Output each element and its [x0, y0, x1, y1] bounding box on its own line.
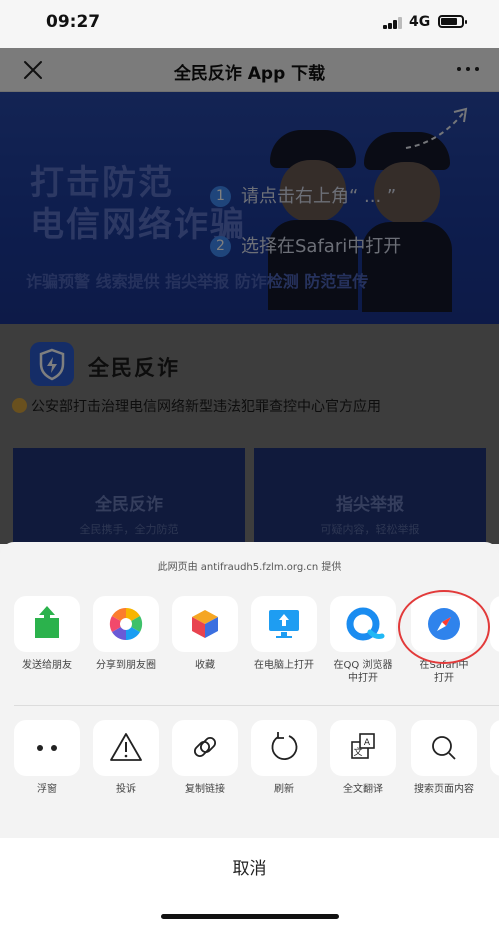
float-window-icon	[37, 745, 57, 751]
complaint-button[interactable]: 投诉	[91, 720, 161, 796]
search-icon	[432, 736, 456, 760]
provider-text: 此网页由 antifraudh5.fzlm.org.cn 提供	[157, 562, 342, 573]
cancel-button[interactable]: 取消	[0, 854, 499, 879]
wechat-webview: 09:27 4G 全民反诈 App 下载 打击防范 电信网络诈骗	[0, 0, 499, 928]
translate-icon: A 文	[351, 733, 375, 759]
svg-text:A: A	[364, 738, 371, 748]
warning-icon	[110, 733, 142, 761]
battery-icon	[438, 15, 467, 28]
translate-button[interactable]: A 文 全文翻译	[328, 720, 398, 796]
open-in-qq-browser-button[interactable]: 在QQ 浏览器 中打开	[328, 596, 398, 685]
send-to-friend-button[interactable]: 发送给朋友	[12, 596, 82, 672]
moments-icon	[109, 607, 143, 641]
network-type: 4G	[409, 14, 431, 30]
favorite-cube-icon	[192, 610, 218, 638]
modal-overlay[interactable]	[0, 48, 499, 544]
safari-highlight-circle	[398, 590, 490, 664]
computer-icon	[269, 610, 299, 638]
home-indicator[interactable]	[161, 914, 339, 919]
status-bar: 09:27 4G	[0, 0, 499, 48]
cancel-area: 取消	[0, 838, 499, 928]
qq-browser-icon	[346, 607, 385, 641]
open-on-computer-button[interactable]: 在电脑上打开	[249, 596, 319, 672]
search-page-button[interactable]: 搜索页面内容	[409, 720, 479, 796]
signal-icon	[383, 17, 403, 29]
action-row-more-item[interactable]	[488, 720, 499, 776]
svg-text:文: 文	[353, 746, 362, 758]
share-friend-icon	[35, 606, 59, 638]
link-icon	[193, 736, 217, 758]
share-moments-button[interactable]: 分享到朋友圈	[91, 596, 161, 672]
divider	[14, 705, 499, 706]
favorite-button[interactable]: 收藏	[170, 596, 240, 672]
status-time: 09:27	[46, 12, 101, 32]
float-window-button[interactable]: 浮窗	[12, 720, 82, 796]
copy-link-button[interactable]: 复制链接	[170, 720, 240, 796]
refresh-icon	[271, 732, 298, 761]
refresh-button[interactable]: 刷新	[249, 720, 319, 796]
